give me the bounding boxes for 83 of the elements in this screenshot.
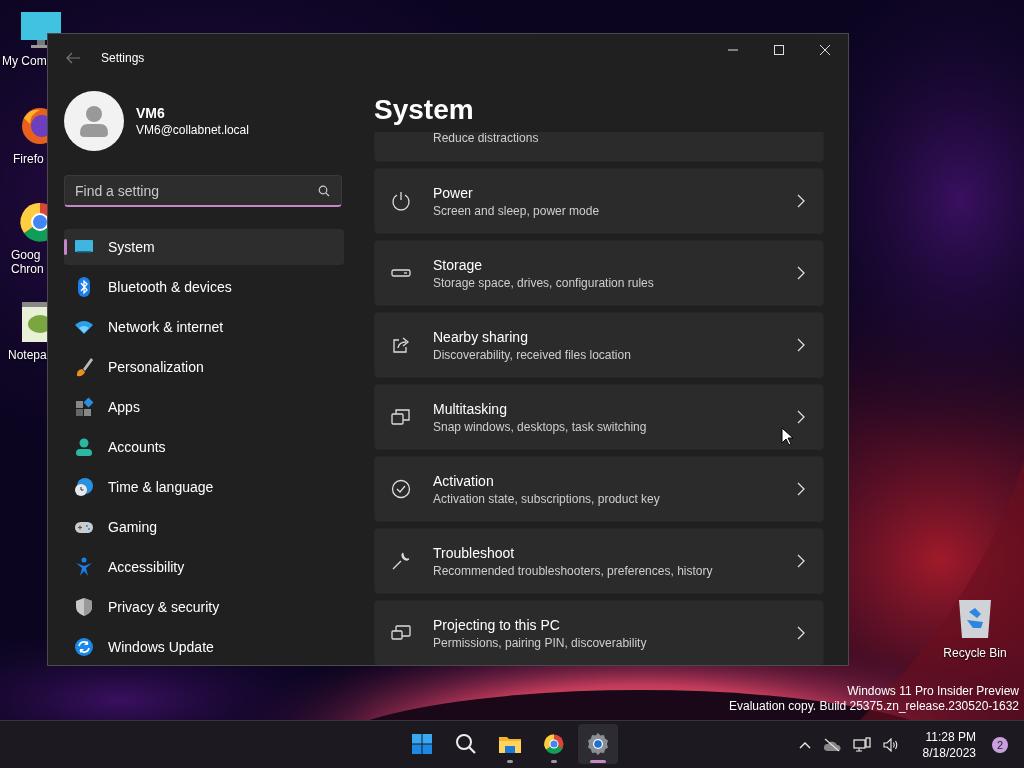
icon-label: Recycle Bin bbox=[943, 646, 1007, 660]
chevron-up-icon[interactable] bbox=[798, 740, 811, 749]
chevron-right-icon bbox=[797, 482, 805, 496]
setting-description: Storage space, drives, configuration rules bbox=[433, 275, 655, 290]
settings-card[interactable]: Nearby sharing Discoverability, received files location bbox=[374, 312, 824, 378]
settings-card[interactable]: Storage Storage space, drives, configuration rules bbox=[374, 240, 824, 306]
chevron-right-icon bbox=[797, 266, 805, 280]
settings-card[interactable]: Multitasking Snap windows, desktops, task switching bbox=[374, 384, 824, 450]
nav-item[interactable]: Network & internet bbox=[64, 309, 344, 345]
notification-badge[interactable]: 2 bbox=[992, 736, 1008, 753]
close-icon bbox=[820, 45, 830, 55]
icon-label: Goog bbox=[11, 248, 41, 262]
page-title: System bbox=[374, 94, 475, 127]
setting-description: Screen and sleep, power mode bbox=[433, 203, 601, 218]
settings-card[interactable]: Troubleshoot Recommended troubleshooters, preferences, history bbox=[374, 528, 824, 594]
mouse-cursor-icon bbox=[781, 427, 793, 446]
window-title: Settings bbox=[101, 51, 145, 65]
nav-item[interactable]: Apps bbox=[64, 389, 344, 425]
maximize-icon bbox=[774, 45, 784, 55]
setting-description: Recommended troubleshooters, preferences, history bbox=[433, 563, 714, 578]
settings-card[interactable]: Activation Activation state, subscriptions, product key bbox=[374, 456, 824, 522]
nav-item[interactable]: Accessibility bbox=[64, 549, 344, 585]
setting-title: Activation bbox=[433, 472, 495, 489]
icon-label: Notepa bbox=[8, 348, 47, 362]
chevron-right-icon bbox=[797, 410, 805, 424]
nav-item[interactable]: Accounts bbox=[64, 429, 344, 465]
setting-title: Multitasking bbox=[433, 400, 508, 417]
settings-card[interactable]: Projecting to this PC Permissions, pairing PIN, discoverability bbox=[374, 600, 824, 665]
settings-card[interactable]: Reduce distractions bbox=[374, 132, 824, 162]
settings-card[interactable]: Power Screen and sleep, power mode bbox=[374, 168, 824, 234]
speaker-icon[interactable] bbox=[882, 737, 899, 752]
apps-icon bbox=[74, 397, 94, 417]
selection-indicator bbox=[64, 239, 67, 255]
setting-title: Storage bbox=[433, 256, 484, 273]
icon-label: Chron bbox=[11, 262, 44, 276]
windows-icon bbox=[391, 407, 411, 427]
screens-icon bbox=[391, 623, 411, 643]
setting-title: Troubleshoot bbox=[433, 544, 516, 561]
setting-description: Snap windows, desktops, task switching bbox=[433, 419, 648, 434]
search-icon bbox=[454, 732, 478, 756]
paintbrush-icon bbox=[74, 357, 94, 377]
setting-description: Discoverability, received files location bbox=[433, 347, 632, 362]
back-arrow-icon[interactable] bbox=[65, 52, 81, 64]
setting-description: Reduce distractions bbox=[433, 132, 540, 145]
watermark-text: Evaluation copy. Build 25375.zn_release.230520-1632 bbox=[729, 699, 1019, 714]
refresh-icon bbox=[74, 637, 94, 657]
shield-icon bbox=[74, 597, 94, 617]
chevron-right-icon bbox=[797, 338, 805, 352]
person-icon bbox=[74, 437, 94, 457]
setting-description: Activation state, subscriptions, product key bbox=[433, 491, 661, 506]
nav-item[interactable]: Time & language bbox=[64, 469, 344, 505]
network-icon[interactable] bbox=[852, 736, 871, 753]
icon-label: My Com bbox=[2, 54, 47, 68]
search-icon[interactable] bbox=[318, 185, 330, 197]
nav-item[interactable]: Bluetooth & devices bbox=[64, 269, 344, 305]
account-name: VM6 bbox=[136, 105, 166, 121]
nav-item[interactable]: Personalization bbox=[64, 349, 344, 385]
chevron-right-icon bbox=[797, 554, 805, 568]
setting-title: Power bbox=[433, 184, 474, 201]
avatar bbox=[64, 91, 124, 151]
setting-title: Nearby sharing bbox=[433, 328, 529, 345]
chevron-right-icon bbox=[797, 194, 805, 208]
chevron-right-icon bbox=[797, 626, 805, 640]
wrench-icon bbox=[391, 551, 411, 571]
cloud-off-icon[interactable] bbox=[822, 737, 841, 752]
icon-label: Firefo bbox=[13, 152, 44, 166]
taskbar-button[interactable] bbox=[578, 724, 618, 764]
nav-item[interactable]: Gaming bbox=[64, 509, 344, 545]
clock[interactable]: 11:28 PM 8/18/2023 bbox=[922, 728, 976, 761]
share-icon bbox=[391, 335, 411, 355]
watermark-text: Windows 11 Pro Insider Preview bbox=[847, 684, 1019, 699]
nav-item[interactable]: System bbox=[64, 229, 344, 265]
checkmark-icon bbox=[391, 479, 411, 499]
power-icon bbox=[391, 191, 411, 211]
chrome-logo-icon bbox=[542, 732, 566, 756]
gear-icon bbox=[586, 732, 610, 756]
windows-logo-icon bbox=[410, 732, 434, 756]
globe-clock-icon bbox=[74, 477, 94, 497]
account-email: VM6@collabnet.local bbox=[136, 123, 249, 137]
nav-item[interactable]: Privacy & security bbox=[64, 589, 344, 625]
setting-description: Permissions, pairing PIN, discoverability bbox=[433, 635, 648, 650]
search-field[interactable]: Find a setting bbox=[64, 175, 342, 207]
setting-title: Projecting to this PC bbox=[433, 616, 561, 633]
